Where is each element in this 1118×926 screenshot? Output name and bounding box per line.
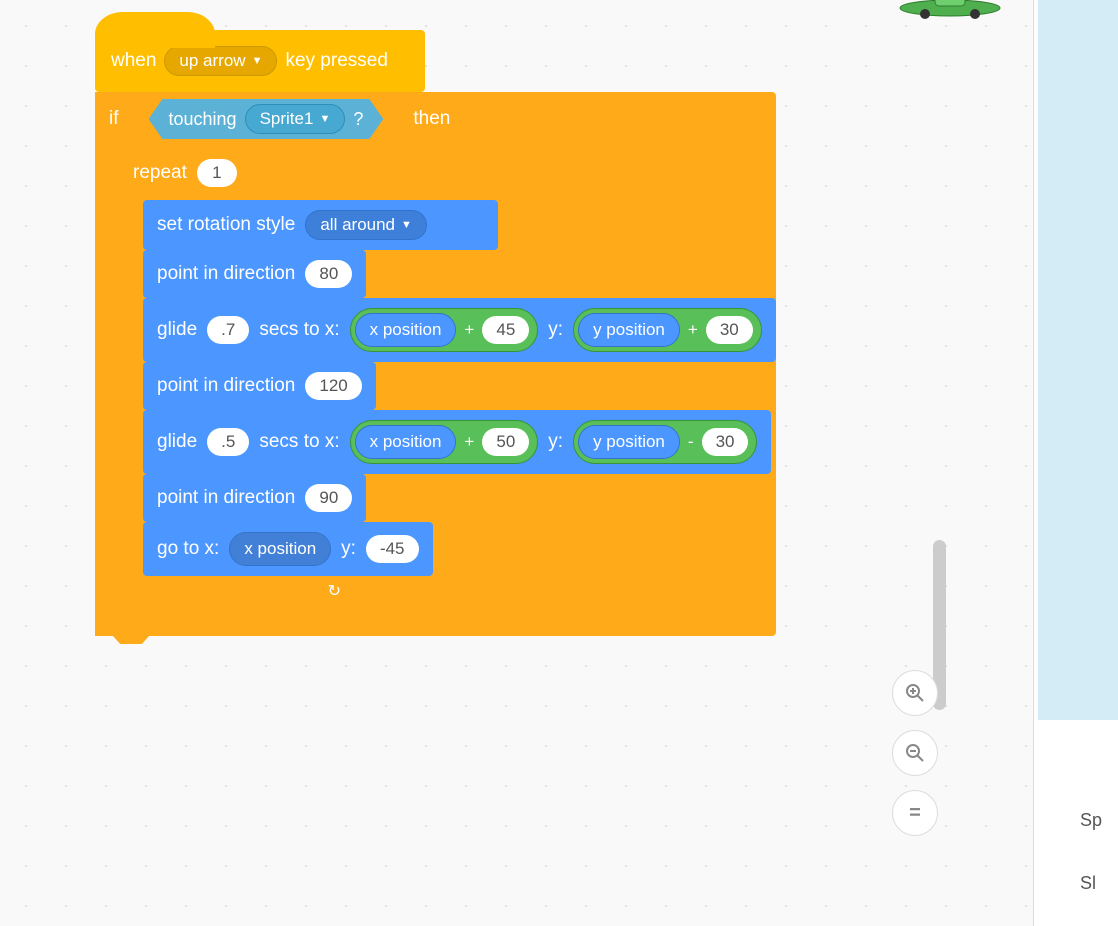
glide-block-1[interactable]: glide .7 secs to x: x position + 45 y: [143, 298, 776, 362]
op-plus: + [464, 432, 474, 452]
zoom-out-button[interactable] [892, 730, 938, 776]
point-in-direction-block-3[interactable]: point in direction 90 [143, 474, 366, 522]
if-label: if [109, 108, 119, 130]
touching-q-label: ? [353, 109, 363, 130]
y-position-reporter[interactable]: y position [578, 313, 680, 347]
glide-block-2[interactable]: glide .5 secs to x: x position + 50 y: [143, 410, 771, 474]
glide-label: glide [157, 319, 197, 341]
x-offset-input-1[interactable]: 45 [482, 316, 529, 344]
zoom-reset-button[interactable]: = [892, 790, 938, 836]
y-offset-input-1[interactable]: 30 [706, 316, 753, 344]
secs-to-x-label: secs to x: [259, 319, 339, 341]
add-operator-y1[interactable]: y position + 30 [573, 308, 762, 352]
glide-secs-input-1[interactable]: .7 [207, 316, 249, 344]
secs-to-x-label: secs to x: [259, 431, 339, 453]
point-in-direction-block-2[interactable]: point in direction 120 [143, 362, 376, 410]
right-panel [1033, 0, 1118, 926]
op-plus: + [688, 320, 698, 340]
chevron-down-icon: ▼ [252, 55, 263, 67]
zoom-out-icon [905, 743, 925, 763]
direction-input-2[interactable]: 120 [305, 372, 361, 400]
touching-target-dropdown[interactable]: Sprite1 ▼ [245, 104, 346, 134]
key-dropdown-value: up arrow [179, 51, 245, 71]
add-operator-x2[interactable]: x position + 50 [350, 420, 539, 464]
y-position-reporter[interactable]: y position [578, 425, 680, 459]
if-then-block[interactable]: if touching Sprite1 ▼ ? then [95, 92, 776, 636]
script-stack[interactable]: when up arrow ▼ key pressed if touching … [95, 30, 776, 636]
x-position-reporter[interactable]: x position [355, 313, 457, 347]
repeat-label: repeat [133, 162, 187, 184]
add-operator-x1[interactable]: x position + 45 [350, 308, 539, 352]
equals-icon: = [909, 802, 921, 825]
y-label: y: [548, 431, 563, 453]
sprite-car-icon [895, 0, 1005, 20]
point-in-direction-block-1[interactable]: point in direction 80 [143, 250, 366, 298]
point-label: point in direction [157, 487, 295, 509]
hat-when-label: when [111, 50, 156, 72]
chevron-down-icon: ▼ [401, 219, 412, 231]
repeat-block[interactable]: repeat 1 set rotation style all around [119, 146, 776, 606]
script-workspace[interactable]: when up arrow ▼ key pressed if touching … [0, 0, 1033, 926]
direction-input-3[interactable]: 90 [305, 484, 352, 512]
x-offset-input-2[interactable]: 50 [482, 428, 529, 456]
chevron-down-icon: ▼ [319, 113, 330, 125]
loop-arrow-icon: ↻ [328, 581, 341, 601]
y-label: y: [341, 538, 356, 560]
x-position-reporter[interactable]: x position [229, 532, 331, 566]
when-key-pressed-hat[interactable]: when up arrow ▼ key pressed [95, 30, 425, 92]
rotation-style-dropdown[interactable]: all around ▼ [305, 210, 427, 240]
zoom-in-button[interactable] [892, 670, 938, 716]
repeat-count-input[interactable]: 1 [197, 159, 237, 187]
y-label: y: [548, 319, 563, 341]
sub-operator-y2[interactable]: y position - 30 [573, 420, 757, 464]
stage-panel-label: Sl [1080, 873, 1096, 894]
zoom-in-icon [905, 683, 925, 703]
point-label: point in direction [157, 263, 295, 285]
rotation-style-value: all around [320, 215, 395, 235]
goto-label: go to x: [157, 538, 219, 560]
point-label: point in direction [157, 375, 295, 397]
go-to-xy-block[interactable]: go to x: x position y: -45 [143, 522, 433, 576]
zoom-controls: = [892, 670, 938, 836]
glide-secs-input-2[interactable]: .5 [207, 428, 249, 456]
key-dropdown[interactable]: up arrow ▼ [164, 46, 277, 76]
touching-label: touching [169, 109, 237, 130]
goto-y-input[interactable]: -45 [366, 535, 419, 563]
sprite-panel[interactable] [1038, 725, 1118, 926]
set-rotation-label: set rotation style [157, 214, 295, 236]
hat-suffix-label: key pressed [285, 50, 387, 72]
sprite-panel-label: Sp [1080, 810, 1102, 831]
stage-preview[interactable] [1038, 0, 1118, 720]
y-offset-input-2[interactable]: 30 [702, 428, 749, 456]
direction-input-1[interactable]: 80 [305, 260, 352, 288]
set-rotation-style-block[interactable]: set rotation style all around ▼ [143, 200, 498, 250]
then-label: then [413, 108, 450, 130]
glide-label: glide [157, 431, 197, 453]
op-plus: + [464, 320, 474, 340]
touching-target-value: Sprite1 [260, 109, 314, 129]
touching-sensing-block[interactable]: touching Sprite1 ▼ ? [149, 99, 384, 139]
op-minus: - [688, 432, 694, 452]
x-position-reporter[interactable]: x position [355, 425, 457, 459]
